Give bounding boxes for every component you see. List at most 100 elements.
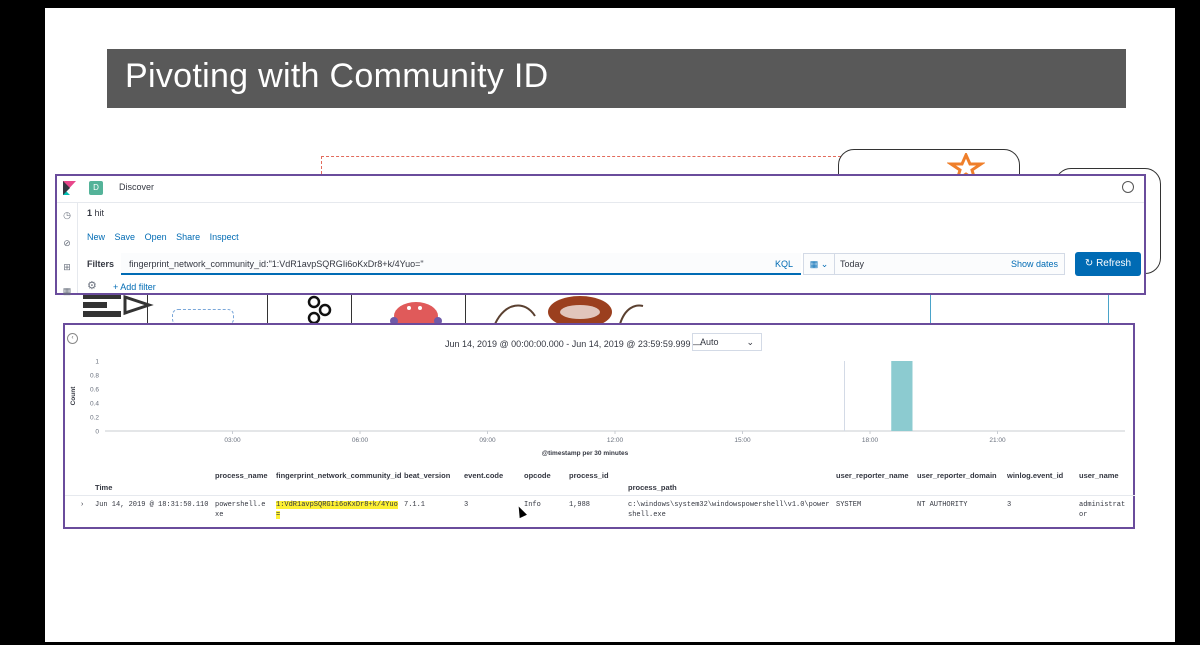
y-axis-label: Count: [70, 386, 77, 406]
background-bubbles-icon: [307, 295, 332, 324]
highlighted-community-id-tail: =: [276, 511, 281, 519]
date-picker[interactable]: ▦ ⌄ Today Show dates: [803, 253, 1065, 275]
expand-row-icon[interactable]: ›: [81, 500, 83, 510]
x-tick-label: 09:00: [479, 437, 496, 444]
cell-community-id: 1:VdR1avpSQRGIi6oKxDr8+k/4Yuo =: [276, 500, 398, 520]
highlighted-community-id: 1:VdR1avpSQRGIi6oKxDr8+k/4Yuo: [276, 501, 398, 509]
background-mascot-icon: [390, 302, 442, 324]
top-navbar: D Discover: [57, 176, 1144, 203]
open-link[interactable]: Open: [145, 232, 167, 242]
column-header[interactable]: beat_version: [404, 471, 450, 480]
date-value[interactable]: Today: [840, 254, 864, 274]
cell-process-name-line2: xe: [215, 511, 224, 519]
refresh-icon: ↻: [1084, 258, 1097, 269]
column-header[interactable]: process_id: [569, 471, 609, 480]
column-header[interactable]: user_reporter_domain: [917, 471, 997, 480]
y-tick-label: 1: [95, 359, 99, 366]
hit-count-number: 1: [87, 208, 93, 218]
cell-process-path-line2: shell.exe: [628, 511, 666, 519]
column-header[interactable]: event.code: [464, 471, 503, 480]
cell-process-path: c:\windows\system32\windowspowershell\v1…: [628, 500, 830, 520]
side-nav: ◷ ⊘ ⊞ ▦: [57, 202, 78, 296]
column-header[interactable]: user_name: [1079, 471, 1119, 480]
y-tick-label: 0.4: [90, 401, 99, 408]
recent-clock-icon[interactable]: ◷: [62, 210, 72, 220]
background-dashed-line: [321, 156, 841, 157]
table-row[interactable]: › Jun 14, 2019 @ 18:31:50.110 powershell…: [65, 495, 1135, 528]
cell-user-reporter-name: SYSTEM: [836, 501, 862, 509]
cell-process-path-line1: c:\windows\system32\windowspowershell\v1…: [628, 501, 830, 509]
refresh-label: Refresh: [1096, 258, 1132, 269]
column-header-time[interactable]: Time: [95, 483, 112, 492]
hit-count: 1 hit: [87, 208, 104, 218]
inspect-link[interactable]: Inspect: [210, 232, 239, 242]
discover-compass-icon[interactable]: ⊘: [62, 238, 72, 248]
slide-title: Pivoting with Community ID: [125, 57, 549, 95]
background-divider: [1108, 295, 1109, 325]
kibana-discover-header: D Discover ◷ ⊘ ⊞ ▦ 1 hit New Save Open S…: [55, 174, 1146, 296]
hit-count-label: hit: [94, 208, 105, 218]
cell-time: Jun 14, 2019 @ 18:31:50.110: [95, 501, 209, 509]
chevron-down-icon: ⌄: [746, 337, 754, 347]
cell-user-name-line1: administrat: [1079, 501, 1126, 509]
dashboard-grid-icon[interactable]: ▦: [62, 286, 72, 296]
x-tick-label: 06:00: [352, 437, 369, 444]
histogram-bar: [891, 361, 913, 431]
x-tick-label: 12:00: [607, 437, 624, 444]
background-dashed-connector: [321, 156, 322, 174]
column-header[interactable]: fingerprint_network_community_id: [276, 471, 401, 480]
x-axis-label: @timestamp per 30 minutes: [542, 450, 629, 457]
cell-opcode: Info: [524, 501, 541, 509]
refresh-button[interactable]: ↻ Refresh: [1075, 252, 1141, 276]
gear-icon[interactable]: ⚙: [87, 281, 97, 292]
share-link[interactable]: Share: [176, 232, 200, 242]
y-tick-label: 0.6: [90, 387, 99, 394]
background-arrow-logo: [83, 293, 154, 317]
add-filter-link[interactable]: + Add filter: [113, 282, 156, 292]
filters-label: Filters: [87, 259, 115, 269]
y-tick-label: 0.2: [90, 415, 99, 422]
cell-process-name-line1: powershell.e: [215, 501, 266, 509]
cell-winlog-event-id: 3: [1007, 501, 1012, 509]
cell-process-name: powershell.e xe: [215, 500, 265, 520]
discover-top-menu: New Save Open Share Inspect: [87, 232, 246, 242]
cell-process-id: 1,988: [569, 501, 591, 509]
column-header[interactable]: process_path: [628, 483, 677, 492]
time-range: Jun 14, 2019 @ 00:00:00.000 - Jun 14, 20…: [445, 339, 702, 349]
cell-user-name: administrat or: [1079, 500, 1125, 520]
calendar-icon[interactable]: ▦ ⌄: [804, 254, 835, 274]
visualize-chart-icon[interactable]: ⊞: [62, 262, 72, 272]
query-input[interactable]: fingerprint_network_community_id:"1:VdR1…: [121, 253, 801, 275]
new-link[interactable]: New: [87, 232, 105, 242]
column-header[interactable]: opcode: [524, 471, 551, 480]
cell-user-reporter-domain: NT AUTHORITY: [917, 501, 968, 509]
x-tick-label: 21:00: [989, 437, 1006, 444]
slide: Pivoting with Community ID D Discover ◷ …: [45, 8, 1175, 642]
breadcrumb[interactable]: Discover: [119, 182, 154, 192]
column-header[interactable]: winlog.event_id: [1007, 471, 1063, 480]
cell-user-name-line2: or: [1079, 511, 1088, 519]
y-tick-label: 0.8: [90, 373, 99, 380]
save-link[interactable]: Save: [115, 232, 136, 242]
query-bar: Filters fingerprint_network_community_id…: [87, 252, 1141, 276]
column-header[interactable]: user_reporter_name: [836, 471, 909, 480]
column-header[interactable]: process_name: [215, 471, 268, 480]
x-tick-label: 15:00: [734, 437, 751, 444]
kibana-logo-icon[interactable]: [63, 181, 76, 195]
cell-beat-version: 7.1.1: [404, 501, 426, 509]
interval-value: Auto: [700, 337, 719, 347]
results-panel: ‹ Jun 14, 2019 @ 00:00:00.000 - Jun 14, …: [63, 323, 1135, 529]
kql-toggle[interactable]: KQL: [775, 253, 793, 275]
y-tick-label: 0: [95, 429, 99, 436]
app-badge[interactable]: D: [89, 181, 103, 195]
show-dates-link[interactable]: Show dates: [1011, 254, 1058, 274]
histogram-chart: 1 0.8 0.6 0.4 0.2 0 03:00 06:00 09:00 12:00 15:00 1…: [70, 359, 1125, 457]
cell-event-code: 3: [464, 501, 469, 509]
help-icon[interactable]: [1122, 181, 1134, 193]
collapse-sidebar-icon[interactable]: ‹: [67, 333, 78, 344]
x-tick-label: 03:00: [224, 437, 241, 444]
table-header: Time process_name fingerprint_network_co…: [65, 463, 1135, 495]
slide-title-bar: Pivoting with Community ID: [107, 49, 1126, 108]
interval-select[interactable]: Auto ⌄: [692, 333, 762, 351]
x-tick-label: 18:00: [862, 437, 879, 444]
